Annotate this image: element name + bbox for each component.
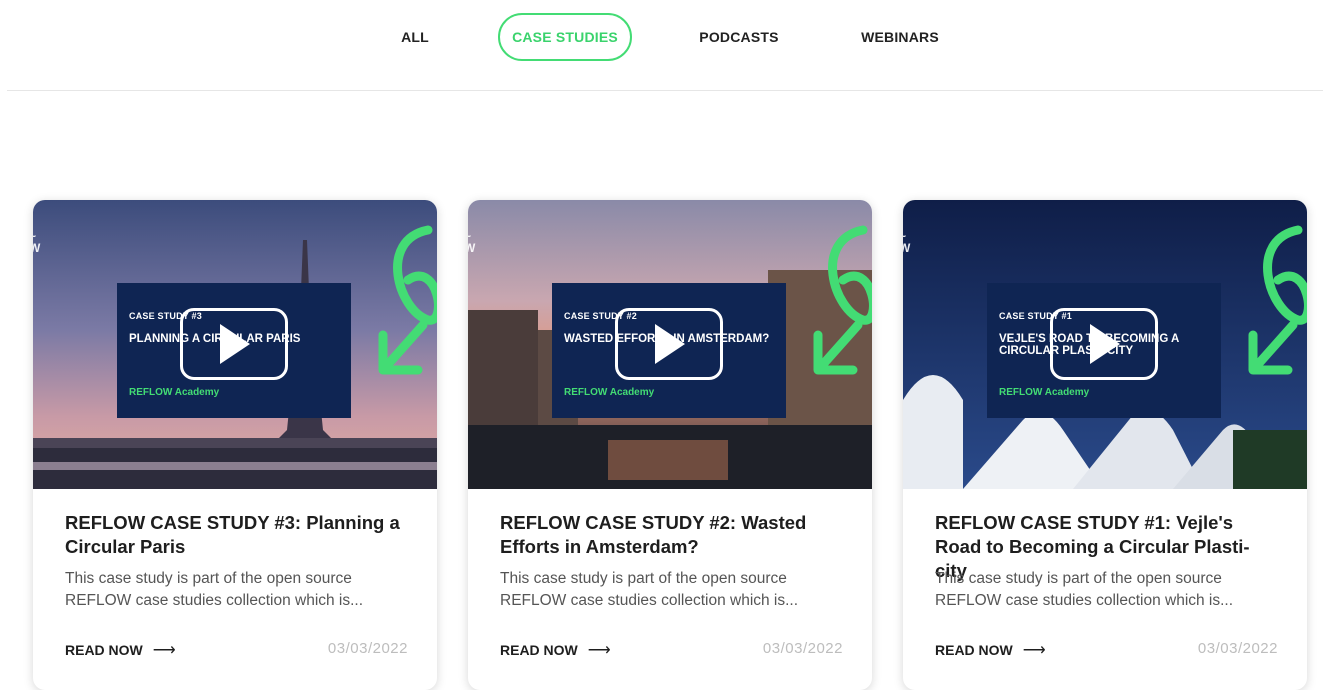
play-icon <box>1090 324 1120 364</box>
card-description: This case study is part of the open sour… <box>65 570 364 609</box>
case-study-card[interactable]: ~W CASE STUDY #3 PLANNING A CIRCULAR PAR… <box>33 200 437 690</box>
read-now-label: READ NOW <box>500 642 578 658</box>
card-title[interactable]: REFLOW CASE STUDY #3: Planning a Circula… <box>65 511 410 559</box>
card-date: 03/03/2022 <box>762 640 843 657</box>
play-icon <box>655 324 685 364</box>
tab-case-studies[interactable]: CASE STUDIES <box>498 13 632 61</box>
green-arrow-icon <box>378 225 437 375</box>
brand-mark-icon: ~W <box>903 230 911 255</box>
overlay-brand: REFLOW Academy <box>129 387 220 398</box>
read-now-link[interactable]: READ NOW ⟶ <box>935 640 1046 660</box>
card-date: 03/03/2022 <box>1197 640 1278 657</box>
read-now-label: READ NOW <box>935 642 1013 658</box>
read-now-label: READ NOW <box>65 642 143 658</box>
filter-tabs: ALL CASE STUDIES PODCASTS WEBINARS <box>0 0 1323 78</box>
arrow-right-icon: ⟶ <box>587 642 611 659</box>
card-date: 03/03/2022 <box>327 640 408 657</box>
tab-webinars[interactable]: WEBINARS <box>850 13 950 61</box>
brand-mark-icon: ~W <box>33 230 41 255</box>
video-thumbnail[interactable]: ~W CASE STUDY #2 WASTED EFFORTS IN AMSTE… <box>468 200 872 489</box>
case-study-card[interactable]: ~W CASE STUDY #1 VEJLE'S ROAD TO BECOMIN… <box>903 200 1307 690</box>
card-description: This case study is part of the open sour… <box>935 570 1234 609</box>
overlay-brand: REFLOW Academy <box>999 387 1090 398</box>
play-button[interactable] <box>615 308 723 380</box>
read-now-link[interactable]: READ NOW ⟶ <box>500 640 611 660</box>
arrow-right-icon: ⟶ <box>1022 642 1046 659</box>
video-thumbnail[interactable]: ~W CASE STUDY #1 VEJLE'S ROAD TO BECOMIN… <box>903 200 1307 489</box>
green-arrow-icon <box>1248 225 1307 375</box>
card-title[interactable]: REFLOW CASE STUDY #2: Wasted Efforts in … <box>500 511 845 559</box>
arrow-right-icon: ⟶ <box>152 642 176 659</box>
tab-podcasts[interactable]: PODCASTS <box>689 13 789 61</box>
play-button[interactable] <box>1050 308 1158 380</box>
case-study-card[interactable]: ~W CASE STUDY #2 WASTED EFFORTS IN AMSTE… <box>468 200 872 690</box>
video-thumbnail[interactable]: ~W CASE STUDY #3 PLANNING A CIRCULAR PAR… <box>33 200 437 489</box>
play-button[interactable] <box>180 308 288 380</box>
read-now-link[interactable]: READ NOW ⟶ <box>65 640 176 660</box>
green-arrow-icon <box>813 225 872 375</box>
brand-mark-icon: ~W <box>468 230 476 255</box>
overlay-brand: REFLOW Academy <box>564 387 655 398</box>
tab-all[interactable]: ALL <box>386 13 444 61</box>
tabs-divider <box>7 90 1323 91</box>
card-description: This case study is part of the open sour… <box>500 570 799 609</box>
play-icon <box>220 324 250 364</box>
